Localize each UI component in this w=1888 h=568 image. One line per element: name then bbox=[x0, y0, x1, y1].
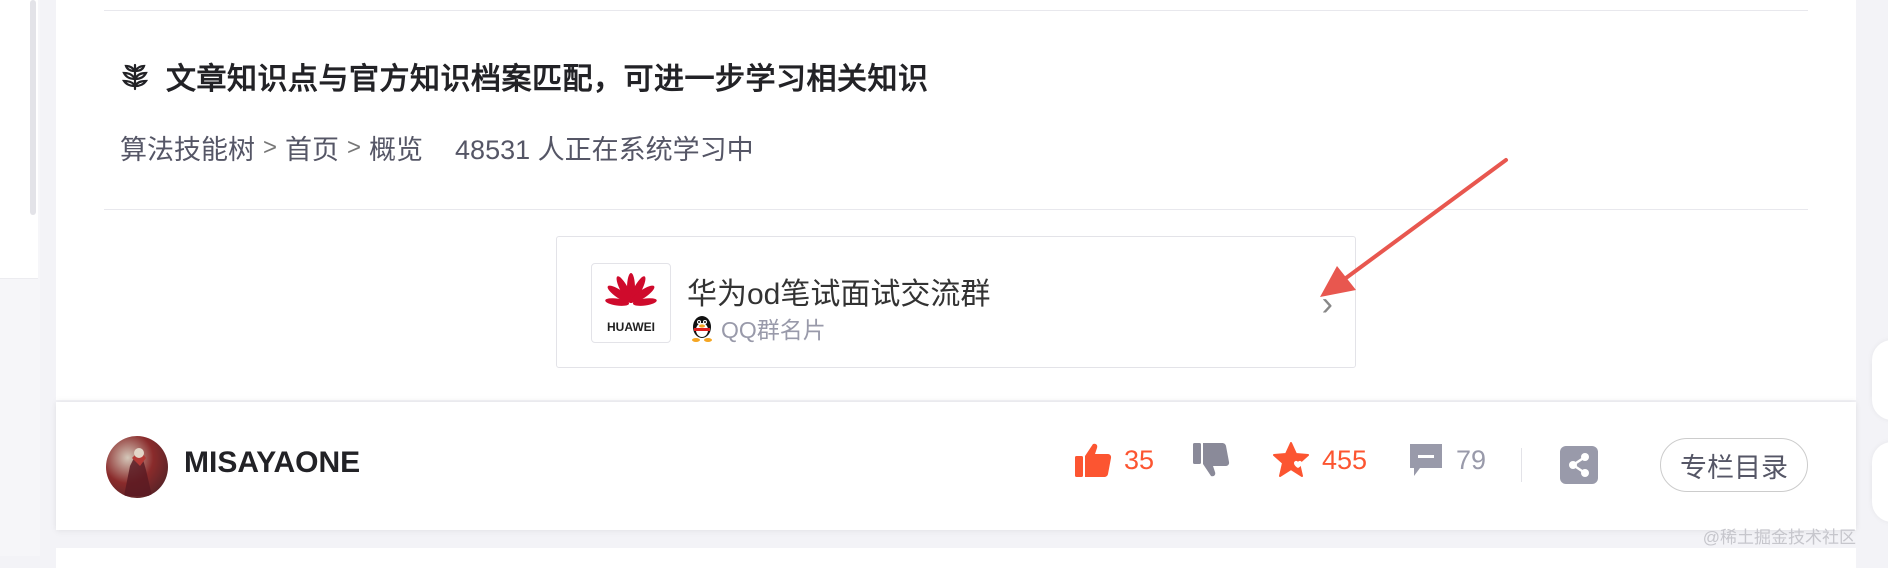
favorite-count: 455 bbox=[1322, 444, 1368, 475]
chevron-right-icon[interactable]: › bbox=[1322, 287, 1333, 321]
comment-count: 79 bbox=[1456, 444, 1487, 475]
star-icon bbox=[1273, 442, 1309, 477]
knowledge-tree-icon bbox=[121, 63, 149, 91]
next-card bbox=[56, 548, 1856, 568]
like-count: 35 bbox=[1124, 444, 1155, 475]
author-toolbar: MISAYAONE 35 455 79 专栏目录 bbox=[56, 402, 1856, 530]
column-catalog-button[interactable]: 专栏目录 bbox=[1660, 438, 1808, 492]
right-float-button[interactable] bbox=[1872, 340, 1888, 420]
avatar-figure bbox=[124, 448, 152, 496]
share-button[interactable] bbox=[1560, 446, 1598, 484]
thumbs-up-icon bbox=[1075, 443, 1112, 477]
knowledge-header: 文章知识点与官方知识档案匹配，可进一步学习相关知识 bbox=[120, 54, 929, 98]
path-item-skill-tree[interactable]: 算法技能树 bbox=[120, 128, 255, 167]
qq-group-title: 华为od笔试面试交流群 bbox=[687, 278, 991, 311]
like-button[interactable]: 35 bbox=[1074, 442, 1154, 478]
huawei-petals-icon bbox=[605, 273, 657, 306]
path-separator: > bbox=[347, 133, 362, 161]
divider bbox=[104, 209, 1808, 210]
comment-button[interactable]: 79 bbox=[1408, 442, 1486, 478]
article-footer-card: 文章知识点与官方知识档案匹配，可进一步学习相关知识 算法技能树 > 首页 > 概… bbox=[56, 0, 1856, 400]
knowledge-title: 文章知识点与官方知识档案匹配，可进一步学习相关知识 bbox=[166, 63, 929, 96]
right-float-button[interactable] bbox=[1872, 442, 1888, 522]
avatar[interactable] bbox=[106, 436, 168, 498]
share-icon bbox=[1569, 453, 1589, 477]
qq-group-card[interactable]: HUAWEI 华为od笔试面试交流群 QQ群名片 › bbox=[556, 236, 1356, 368]
divider bbox=[104, 10, 1808, 11]
qq-group-subtitle: QQ群名片 bbox=[687, 311, 826, 345]
toolbar-divider bbox=[1521, 448, 1522, 482]
watermark: @稀土掘金技术社区 bbox=[1702, 528, 1856, 547]
left-scrollbar[interactable] bbox=[30, 0, 36, 215]
qq-group-subtitle-text: QQ群名片 bbox=[721, 317, 826, 343]
dislike-button[interactable] bbox=[1192, 442, 1230, 478]
huawei-wordmark: HUAWEI bbox=[607, 320, 655, 334]
author-name[interactable]: MISAYAONE bbox=[184, 446, 360, 480]
learner-count: 48531 人正在系统学习中 bbox=[455, 135, 754, 165]
huawei-logo: HUAWEI bbox=[591, 263, 671, 343]
path-separator: > bbox=[263, 133, 278, 161]
thumbs-down-icon bbox=[1193, 443, 1230, 477]
path-item-overview[interactable]: 概览 bbox=[369, 128, 423, 167]
knowledge-path: 算法技能树 > 首页 > 概览 48531 人正在系统学习中 bbox=[120, 128, 754, 167]
favorite-button[interactable]: 455 bbox=[1272, 442, 1367, 478]
path-item-home[interactable]: 首页 bbox=[285, 128, 339, 167]
qq-penguin-icon bbox=[692, 316, 712, 342]
comment-icon bbox=[1410, 444, 1442, 476]
